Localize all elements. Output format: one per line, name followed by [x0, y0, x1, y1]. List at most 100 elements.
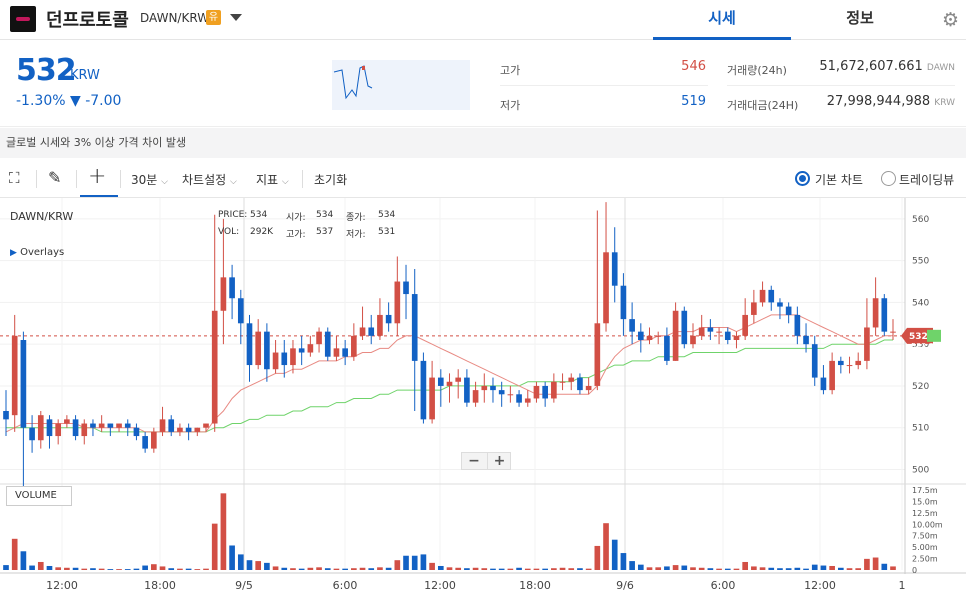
mini-price-chart [332, 60, 470, 110]
radio-basic-chart[interactable] [795, 171, 810, 186]
volume-bar [855, 568, 862, 570]
volume-tick-label: 5.00m [912, 543, 938, 552]
candle-body [290, 348, 296, 366]
volume-bar [724, 568, 731, 570]
interval-select[interactable]: 30분 ⌵ [131, 171, 168, 188]
volume-bar [64, 567, 70, 570]
price-panel: 532 KRW -1.30% ▼ -7.00 고가 546 저가 519 거래량… [0, 41, 966, 127]
volume-bar [455, 567, 462, 570]
candle-body [81, 423, 88, 437]
zoom-in-button[interactable]: + [487, 453, 511, 469]
volume-bar [81, 568, 88, 570]
candle-body [281, 352, 288, 366]
candle-body [133, 427, 140, 437]
pencil-icon[interactable]: ✎ [48, 168, 61, 187]
candle-body [185, 427, 192, 432]
candle-body [420, 360, 427, 420]
candle-body [237, 298, 244, 324]
y-tick-label: 550 [912, 257, 929, 267]
candle-body [820, 377, 827, 391]
volume-bar [446, 567, 453, 570]
chart-settings-select[interactable]: 차트설정 ⌵ [182, 171, 237, 188]
ma-tag [927, 329, 941, 342]
x-tick-label: 12:00 [804, 579, 836, 592]
candle-body [359, 327, 366, 336]
volume-bar [437, 565, 444, 570]
volume-unit: DAWN [926, 63, 955, 73]
candle-body [733, 335, 740, 340]
radio-tradingview[interactable] [881, 171, 896, 186]
volume-bar [211, 523, 218, 570]
candle-body [403, 281, 409, 295]
volume-tick-label: 12.5m [912, 509, 938, 518]
candle-body [603, 252, 609, 324]
candle-body [203, 423, 209, 428]
chart-toolbar: ⛶ ✎ + 30분 ⌵ 차트설정 ⌵ 지표 ⌵ 초기화 기본 차트 트레이딩뷰 [0, 160, 966, 198]
candle-body [794, 314, 801, 336]
volume-bar [316, 567, 322, 570]
zoom-controls: − + [461, 452, 511, 470]
volume-bar [194, 569, 201, 570]
x-tick-label: 18:00 [144, 579, 176, 592]
volume-bar [751, 566, 757, 570]
volume-bar [472, 567, 479, 570]
volume-value: 51,672,607.661 [819, 59, 923, 74]
candlestick-chart-svg[interactable]: 50051052053054055056012:00 18:00 9/5 6:00 12… [0, 198, 966, 595]
top-bar: 던프로토콜 DAWN/KRW 유 시세 정보 ⚙ [0, 0, 966, 40]
tab-market[interactable]: 시세 [653, 0, 791, 40]
volume-bar [620, 553, 627, 570]
high-value: 546 [681, 59, 706, 74]
candle-body [220, 277, 227, 311]
candle-body [707, 327, 714, 332]
candle-body [98, 423, 105, 428]
ohlc-vol-label: VOL: [218, 227, 240, 237]
crosshair-icon[interactable]: + [88, 164, 106, 189]
candle-body [177, 427, 183, 432]
volume-bar [820, 565, 827, 570]
radio-basic-chart-label[interactable]: 기본 차트 [815, 171, 863, 188]
tab-info[interactable]: 정보 [791, 0, 929, 40]
x-tick-label: 9/6 [616, 579, 634, 592]
overlays-toggle[interactable]: ▶ Overlays [10, 247, 64, 258]
ohlc-low-value: 531 [378, 227, 396, 237]
crosshair-active-indicator [80, 195, 118, 197]
ohlc-price-value: 534 [250, 210, 268, 220]
chevron-down-icon: ⌵ [281, 177, 289, 187]
reset-button[interactable]: 초기화 [314, 171, 347, 188]
candle-body [751, 302, 757, 315]
coin-select-chevron-down-icon[interactable] [230, 14, 242, 21]
volume-bar [490, 568, 496, 570]
indicators-select[interactable]: 지표 ⌵ [256, 171, 289, 188]
price-chart[interactable]: 500 510 520 530 540 550 560 12:00 18:00 9/5 6:00 12… [0, 198, 966, 595]
candle-body [629, 319, 635, 332]
candle-body [264, 331, 270, 370]
chevron-down-icon: ⌵ [230, 177, 237, 187]
volume-bar [829, 565, 835, 570]
candle-body [855, 360, 862, 366]
candle-body [498, 390, 505, 395]
volume-bar [698, 567, 705, 570]
volume-bar [837, 567, 844, 570]
candle-body [768, 289, 775, 303]
candle-body [724, 331, 731, 340]
volume-bar [716, 568, 722, 570]
fullscreen-icon[interactable]: ⛶ [9, 169, 20, 187]
volume-bar [768, 567, 775, 570]
candle-body [811, 344, 818, 378]
candle-body [698, 327, 705, 336]
ohlc-high-value: 537 [316, 227, 334, 237]
ohlc-close-value: 534 [378, 210, 396, 220]
volume-bar [629, 561, 635, 570]
candle-body [298, 348, 305, 353]
candle-body [890, 331, 896, 333]
zoom-out-button[interactable]: − [462, 453, 486, 469]
gear-icon[interactable]: ⚙ [942, 9, 959, 31]
candle-body [64, 419, 70, 424]
volume-bar [803, 568, 809, 570]
candle-body [229, 277, 235, 299]
candle-body [411, 294, 418, 361]
radio-tradingview-label[interactable]: 트레이딩뷰 [899, 171, 954, 188]
volume-bar [524, 568, 531, 570]
candle-body [3, 411, 9, 420]
volume-bar [585, 568, 592, 570]
